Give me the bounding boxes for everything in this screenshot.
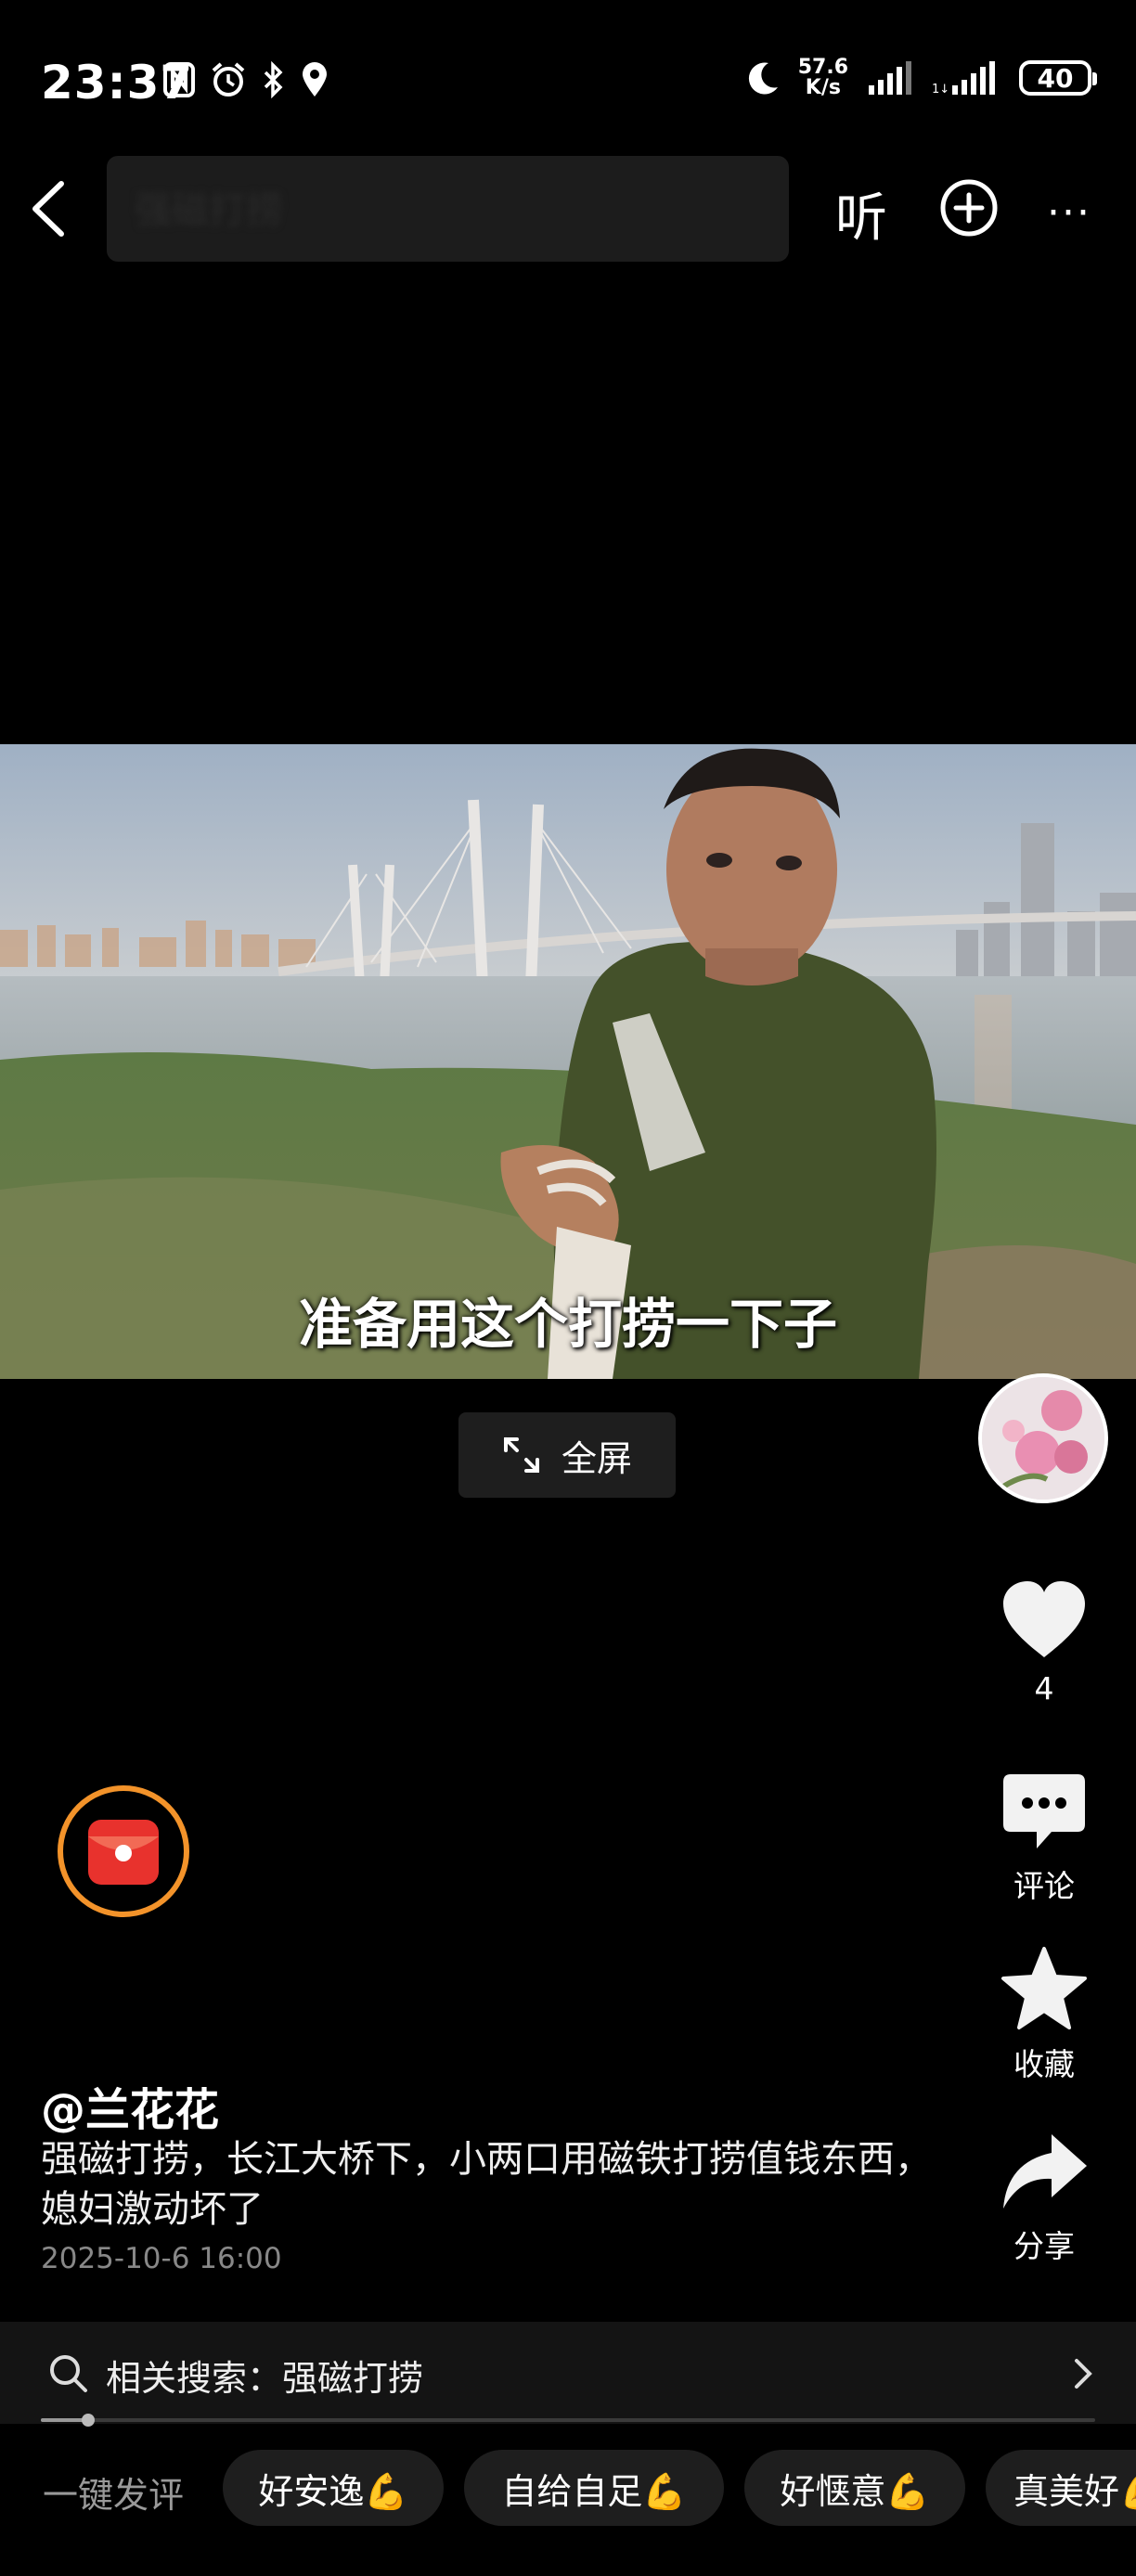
add-icon[interactable] [939,178,999,238]
listen-button[interactable]: 听 [835,176,887,251]
related-search-text: 相关搜索：强磁打捞 [106,2358,424,2399]
comment-icon [1003,1774,1085,1848]
like-button[interactable]: 4 [965,1579,1123,1707]
status-bar: 23:37 57.6 K/s 1↓ 40 [0,0,1136,167]
net-speed: 57.6 K/s [798,58,848,98]
quick-comment-chip[interactable]: 好安逸💪 [223,2450,444,2526]
search-input[interactable]: 强磁打捞 [107,156,789,262]
post-date: 2025-10-6 16:00 [41,2242,282,2275]
author-avatar[interactable] [978,1373,1108,1503]
battery-indicator: 40 [1019,60,1097,96]
more-options-button[interactable]: ··· [1047,189,1091,237]
red-packet-icon [88,1820,159,1885]
chevron-right-icon [1075,2359,1092,2389]
star-icon [1001,1947,1087,2029]
fullscreen-button[interactable]: 全屏 [458,1412,676,1498]
favorite-label: 收藏 [1013,2046,1075,2082]
status-icons-left [163,61,329,98]
svg-text:1↓: 1↓ [932,83,949,97]
video-subtitle: 准备用这个打捞一下子 [298,1293,837,1356]
moon-icon [748,62,778,95]
back-icon[interactable] [26,176,71,241]
video-progress-handle[interactable] [82,2414,96,2427]
location-icon [303,62,327,97]
quick-comment-chip[interactable]: 真美好💪 [986,2450,1136,2526]
nfc-icon [163,62,195,97]
search-placeholder: 强磁打捞 [135,189,283,232]
comment-button[interactable]: 评论 [965,1772,1123,1906]
share-label: 分享 [1013,2228,1075,2264]
avatar-flowers-image [982,1377,1104,1500]
signal-icon [869,61,911,95]
fullscreen-icon [503,1437,539,1473]
quick-comment-label: 一键发评 [43,2475,185,2516]
status-icons-right: 57.6 K/s 1↓ 40 [744,58,1097,98]
related-search-bar[interactable]: 相关搜索：强磁打捞 [0,2322,1136,2424]
like-count: 4 [1034,1670,1054,1707]
search-icon [50,2355,87,2392]
bluetooth-icon [264,61,283,98]
net-speed-unit: K/s [805,76,841,99]
red-packet-button[interactable] [58,1785,189,1917]
author-name[interactable]: @兰花花 [41,2073,219,2138]
net-speed-value: 57.6 [797,56,848,79]
quick-comment-chip[interactable]: 好惬意💪 [744,2450,965,2526]
video-progress-bar[interactable] [41,2414,1095,2427]
share-button[interactable]: 分享 [965,2131,1123,2266]
quick-comment-chip[interactable]: 自给自足💪 [464,2450,724,2526]
signal-2-icon: 1↓ [932,61,995,97]
fullscreen-label: 全屏 [561,1437,632,1479]
post-description: 强磁打捞，长江大桥下，小两口用磁铁打捞值钱东西，媳妇激动坏了 [41,2138,932,2231]
comment-label: 评论 [1013,1868,1075,1904]
heart-icon [1003,1581,1085,1657]
alarm-icon [212,62,245,97]
share-icon [1003,2134,1087,2209]
favorite-button[interactable]: 收藏 [965,1945,1123,2084]
